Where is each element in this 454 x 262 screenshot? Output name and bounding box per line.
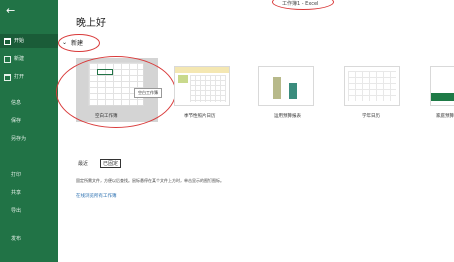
sidebar-item-label: 导出: [11, 208, 22, 214]
back-arrow-icon[interactable]: ←: [6, 4, 22, 18]
sidebar-item-label: 发布: [11, 236, 22, 242]
new-file-icon: [4, 55, 11, 63]
page-title: 晚上好: [76, 18, 106, 29]
template-family-budget[interactable]: [430, 66, 454, 106]
annotation-circle-new: [58, 34, 100, 52]
sidebar-item-label: 打开: [14, 74, 25, 80]
sidebar-item-print[interactable]: 打印: [0, 168, 69, 182]
sidebar-item-label: 共享: [11, 190, 22, 196]
sidebar-item-home[interactable]: 开始: [0, 34, 58, 48]
sidebar-item-label: 新建: [14, 56, 25, 62]
sidebar-item-publish[interactable]: 发布: [0, 232, 69, 246]
folder-icon: [4, 73, 11, 81]
template-label: 运用预算报表: [274, 114, 301, 119]
annotation-circle-blank: [56, 56, 176, 128]
sidebar-item-label: 信息: [11, 100, 22, 106]
sidebar-item-export[interactable]: 导出: [0, 204, 69, 218]
tab-pinned[interactable]: 已固定: [100, 159, 122, 168]
calendar-grid: [348, 71, 396, 101]
calendar-grid: [190, 75, 226, 102]
sidebar-item-save-as[interactable]: 另存为: [0, 132, 69, 146]
backstage-sidebar: ← 开始 新建 打开 信息 保存 另存为 打印 共享 导出 发布: [0, 0, 58, 262]
sidebar-item-open[interactable]: 打开: [0, 70, 58, 84]
home-icon: [4, 37, 11, 45]
sidebar-item-label: 开始: [14, 38, 25, 44]
bar-shape: [273, 77, 281, 99]
annotation-circle-title: [272, 0, 334, 10]
browse-all-workbooks-link[interactable]: 在线浏览所有工作簿: [76, 193, 117, 199]
template-label: 季节性照片日历: [184, 114, 216, 119]
template-label: 学年日历: [362, 114, 380, 119]
template-budget-report[interactable]: [258, 66, 314, 106]
bar-shape: [289, 83, 297, 99]
sidebar-item-label: 另存为: [11, 136, 27, 142]
sidebar-item-save[interactable]: 保存: [0, 114, 69, 128]
sidebar-item-label: 保存: [11, 118, 22, 124]
sidebar-item-share[interactable]: 共享: [0, 186, 69, 200]
sidebar-item-label: 打印: [11, 172, 22, 178]
sidebar-item-new[interactable]: 新建: [0, 52, 58, 66]
template-label: 家庭预算: [436, 114, 454, 119]
template-school-calendar[interactable]: [344, 66, 400, 106]
template-band: [431, 93, 454, 101]
template-header-band: [175, 67, 229, 73]
template-seasonal-calendar[interactable]: [174, 66, 230, 106]
pinned-description: 固定所需文件，方便以后查找。鼠标悬停在某个文件上方时，单击显示的图钉图标。: [76, 178, 224, 183]
tab-recent[interactable]: 最近: [78, 160, 88, 167]
photo-block: [178, 75, 188, 83]
